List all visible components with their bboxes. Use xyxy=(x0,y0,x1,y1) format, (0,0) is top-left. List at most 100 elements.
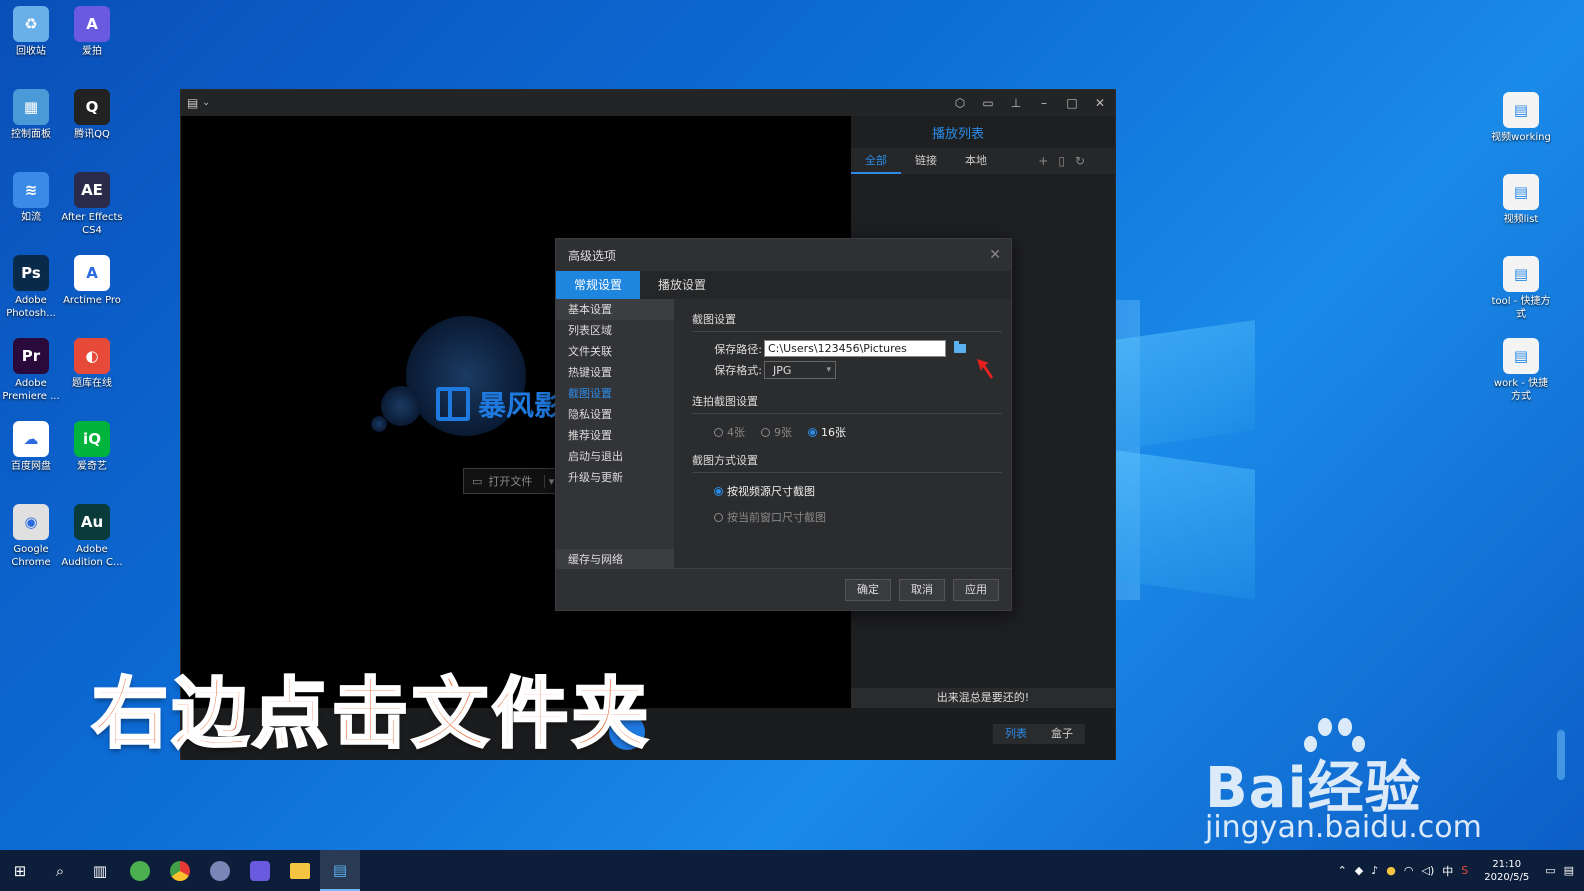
screen-icon[interactable]: ▭ xyxy=(981,96,995,110)
desktop-icon-audition[interactable]: Au Adobe Audition C... xyxy=(61,504,123,569)
notification-icon[interactable]: ▤ xyxy=(1564,864,1574,877)
wifi-icon[interactable]: ◠ xyxy=(1404,864,1414,877)
arctime-icon: A xyxy=(74,255,110,291)
maximize-icon[interactable]: □ xyxy=(1065,96,1079,110)
radio-burst-16[interactable]: 16张 xyxy=(808,424,846,440)
tab-all[interactable]: 全部 xyxy=(851,148,901,174)
dialog-content: 截图设置 保存路径: 保存格式: JPG ▾ 连拍截图设置 4张 9张 16张 … xyxy=(692,311,1002,535)
desktop-icon-premiere[interactable]: Pr Adobe Premiere ... xyxy=(0,338,62,403)
sidebar-item-list-area[interactable]: 列表区域 xyxy=(556,320,674,341)
windows-logo-wallpaper xyxy=(1115,310,1275,600)
sidebar-item-update[interactable]: 升级与更新 xyxy=(556,467,674,488)
pin-icon[interactable]: ⊥ xyxy=(1009,96,1023,110)
radio-source-size[interactable]: 按视频源尺寸截图 xyxy=(714,483,1002,499)
tab-playback-settings[interactable]: 播放设置 xyxy=(640,271,724,299)
desktop-icon-control-panel[interactable]: ▦ 控制面板 xyxy=(0,89,62,141)
desktop-icon-chrome[interactable]: ◉ Google Chrome xyxy=(0,504,62,569)
folder-shortcut-icon: ▤ xyxy=(1503,174,1539,210)
sidebar-item-privacy[interactable]: 隐私设置 xyxy=(556,404,674,425)
sidebar-item-startup-exit[interactable]: 启动与退出 xyxy=(556,446,674,467)
desktop-icon-after-effects[interactable]: AE After Effects CS4 xyxy=(61,172,123,237)
desktop-icon-tiku[interactable]: ◐ 题库在线 xyxy=(61,338,123,390)
format-label: 保存格式: xyxy=(714,364,762,377)
add-icon[interactable]: + xyxy=(1038,154,1048,168)
desktop-icon-recycle-bin[interactable]: ♻ 回收站 xyxy=(0,6,62,58)
start-windows-icon[interactable]: ⊞ xyxy=(0,850,40,891)
chevron-up-icon[interactable]: ⌃ xyxy=(1338,864,1347,877)
task-view-icon[interactable]: ▥ xyxy=(80,850,120,891)
desktop-icon-arctime[interactable]: A Arctime Pro xyxy=(61,255,123,307)
save-path-row: 保存路径: xyxy=(692,340,1002,357)
tab-general-settings[interactable]: 常规设置 xyxy=(556,271,640,299)
volume-icon[interactable]: ◁) xyxy=(1422,864,1435,877)
folder-shortcut-icon: ▤ xyxy=(1503,256,1539,292)
minimize-icon[interactable]: – xyxy=(1037,96,1051,110)
desktop-icon-qq[interactable]: Q 腾讯QQ xyxy=(61,89,123,141)
ok-button[interactable]: 确定 xyxy=(845,579,891,601)
sidebar-item-basic[interactable]: 基本设置 xyxy=(556,299,674,320)
radio-window-size[interactable]: 按当前窗口尺寸截图 xyxy=(714,509,1002,525)
tab-list[interactable]: 列表 xyxy=(993,724,1039,744)
apply-button[interactable]: 应用 xyxy=(953,579,999,601)
desktop-icon-aipai[interactable]: A 爱拍 xyxy=(61,6,123,58)
desktop-icon-video-working[interactable]: ▤ 视频working xyxy=(1490,92,1552,144)
sidebar-item-recommend[interactable]: 推荐设置 xyxy=(556,425,674,446)
dialog-title: 高级选项 xyxy=(568,248,617,263)
sogou-icon[interactable]: S xyxy=(1461,864,1468,877)
desktop-icon-work-shortcut[interactable]: ▤ work - 快捷方式 xyxy=(1490,338,1552,403)
sidebar-item-hotkeys[interactable]: 热键设置 xyxy=(556,362,674,383)
scroll-handle[interactable] xyxy=(1557,730,1565,780)
box-icon[interactable]: ⬡ xyxy=(953,96,967,110)
radio-burst-9[interactable]: 9张 xyxy=(761,424,792,440)
qq-tray-icon[interactable]: ◆ xyxy=(1355,864,1363,877)
dialog-footer: 确定 取消 应用 xyxy=(556,568,1011,610)
folder-shortcut-icon: ▤ xyxy=(1503,92,1539,128)
taskbar-app-baofeng[interactable]: ▤ xyxy=(320,850,360,891)
ruliu-icon: ≋ xyxy=(13,172,49,208)
desktop-icon-video-list[interactable]: ▤ 视频list xyxy=(1490,174,1552,226)
microphone-icon[interactable]: ♪ xyxy=(1371,864,1378,877)
aipai-icon xyxy=(250,860,270,881)
dialog-sidebar: 基本设置 列表区域 文件关联 热键设置 截图设置 隐私设置 推荐设置 启动与退出… xyxy=(556,299,674,570)
refresh-icon[interactable]: ↻ xyxy=(1075,154,1085,168)
taskbar-app-aipai[interactable] xyxy=(240,850,280,891)
taskbar-app-chrome[interactable] xyxy=(160,850,200,891)
app-menu-icon[interactable]: ▤ xyxy=(187,96,198,110)
chevron-down-icon[interactable]: ⌄ xyxy=(202,98,210,108)
desktop-toggle-icon[interactable]: ▭ xyxy=(1545,864,1555,877)
save-path-input[interactable] xyxy=(764,340,946,357)
cancel-button[interactable]: 取消 xyxy=(899,579,945,601)
file-icon[interactable]: ▯ xyxy=(1058,154,1065,168)
taskbar-app-explorer[interactable] xyxy=(280,850,320,891)
taskbar-app-browser[interactable] xyxy=(120,850,160,891)
tab-links[interactable]: 链接 xyxy=(901,148,951,174)
sidebar-item-cache-network[interactable]: 缓存与网络 xyxy=(556,549,674,570)
format-select[interactable]: JPG ▾ xyxy=(764,361,836,379)
aipai-icon: A xyxy=(74,6,110,42)
baidu-jingyan-watermark: Bai经验 jingyan.baidu.com xyxy=(1200,718,1500,848)
desktop-icon-photoshop[interactable]: Ps Adobe Photosh... xyxy=(0,255,62,320)
desktop-icon-iqiyi[interactable]: iQ 爱奇艺 xyxy=(61,421,123,473)
clock[interactable]: 21:10 2020/5/5 xyxy=(1476,858,1537,884)
wechat-tray-icon[interactable]: ● xyxy=(1386,864,1396,877)
search-icon[interactable]: ⌕ xyxy=(40,850,80,891)
close-icon[interactable]: ✕ xyxy=(1093,96,1107,110)
sidebar-item-screenshot[interactable]: 截图设置 xyxy=(556,383,674,404)
tab-box[interactable]: 盒子 xyxy=(1039,724,1085,744)
open-file-button[interactable]: ▭ 打开文件 ▾ xyxy=(463,468,559,494)
desktop-icon-baidu-netdisk[interactable]: ☁ 百度网盘 xyxy=(0,421,62,473)
radio-burst-4[interactable]: 4张 xyxy=(714,424,745,440)
desktop-icon-ruliu[interactable]: ≋ 如流 xyxy=(0,172,62,224)
section-burst: 连拍截图设置 xyxy=(692,393,1002,414)
tutorial-caption: 右边点击文件夹 xyxy=(91,668,652,760)
sidebar-item-file-association[interactable]: 文件关联 xyxy=(556,341,674,362)
tab-local[interactable]: 本地 xyxy=(951,148,1001,174)
brand-logo: 暴风影 xyxy=(436,384,562,424)
iqiyi-icon: iQ xyxy=(74,421,110,457)
photoshop-icon: Ps xyxy=(13,255,49,291)
close-icon[interactable]: ✕ xyxy=(989,247,1011,263)
taskbar-app-php[interactable] xyxy=(200,850,240,891)
browse-folder-icon[interactable] xyxy=(954,341,966,353)
ime-indicator[interactable]: 中 xyxy=(1442,863,1453,879)
desktop-icon-tool-shortcut[interactable]: ▤ tool - 快捷方式 xyxy=(1490,256,1552,321)
